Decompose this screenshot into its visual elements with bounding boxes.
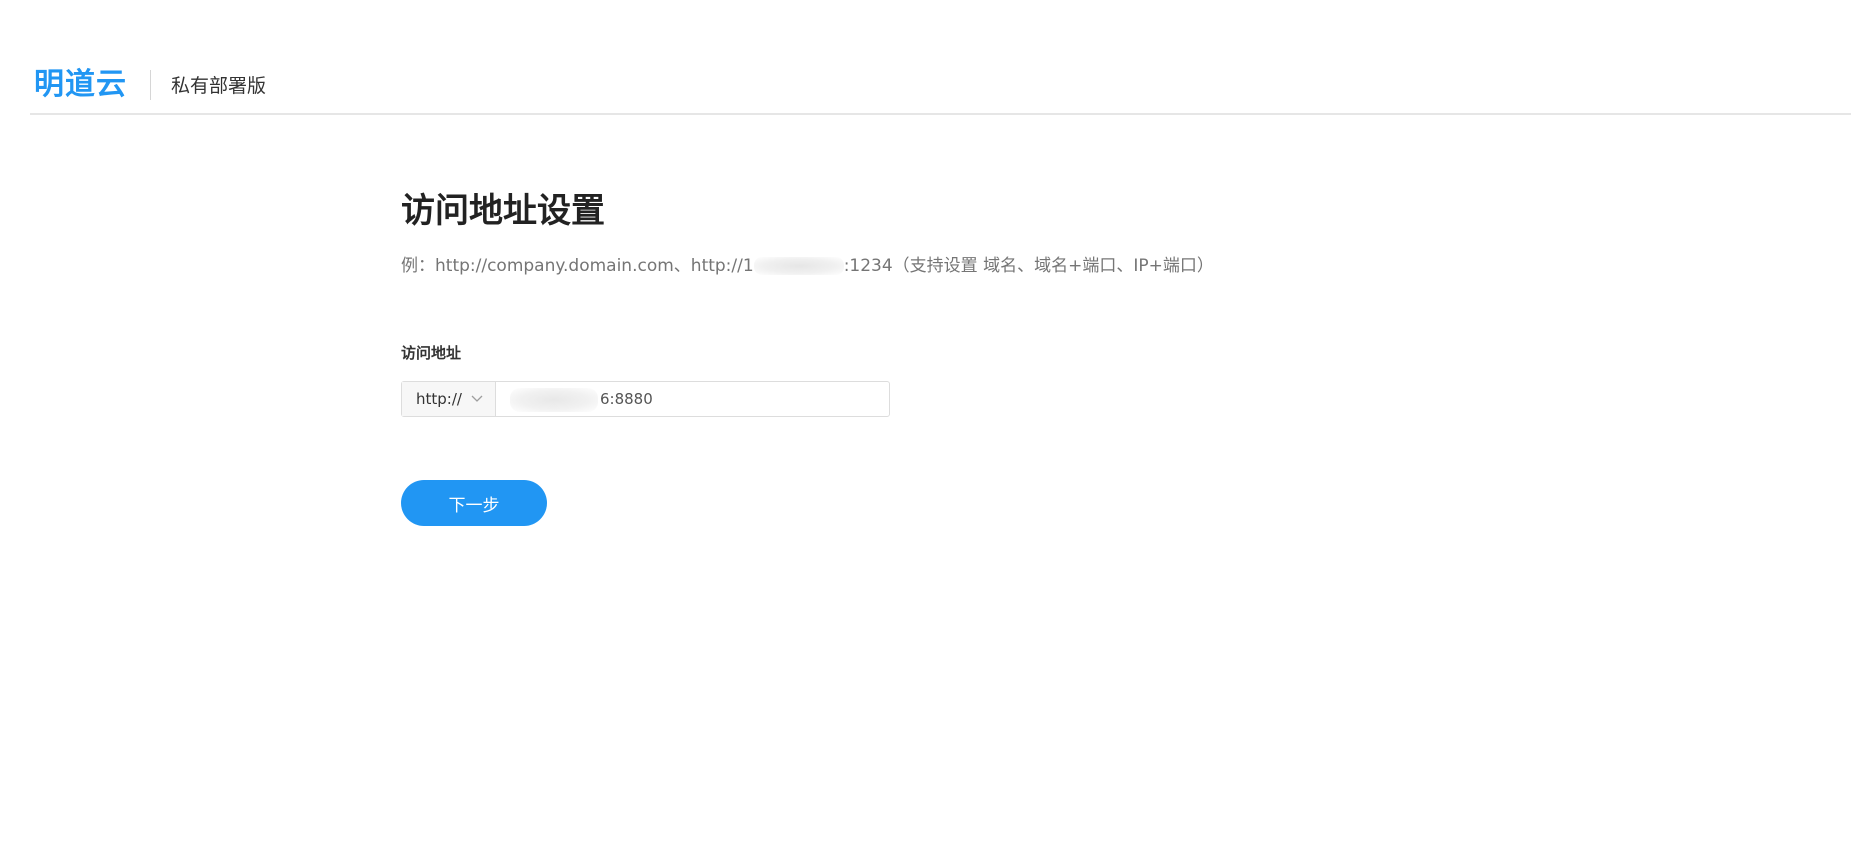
edition-label: 私有部署版 [171, 75, 267, 97]
chevron-down-icon [470, 392, 484, 406]
protocol-value: http:// [416, 390, 462, 408]
next-button[interactable]: 下一步 [401, 480, 547, 526]
header-divider [150, 70, 151, 100]
access-address-field: http:// [401, 381, 890, 417]
page-title: 访问地址设置 [401, 191, 605, 231]
setup-panel: 访问地址设置 例：http://company.domain.com、http:… [401, 184, 1301, 526]
top-header: 明道云 私有部署版 [30, 0, 1851, 115]
address-input[interactable] [496, 382, 796, 416]
address-hint: 例：http://company.domain.com、http://1 :123… [401, 253, 1214, 279]
redacted-mask [753, 257, 844, 275]
address-input-wrap [496, 382, 889, 416]
hint-suffix: :1234（支持设置 域名、域名+端口、IP+端口） [843, 256, 1214, 276]
hint-prefix: 例：http://company.domain.com、http://1 [401, 256, 754, 276]
address-field-label: 访问地址 [401, 344, 462, 362]
protocol-select[interactable]: http:// [402, 382, 496, 416]
brand-logo: 明道云 [34, 67, 127, 102]
